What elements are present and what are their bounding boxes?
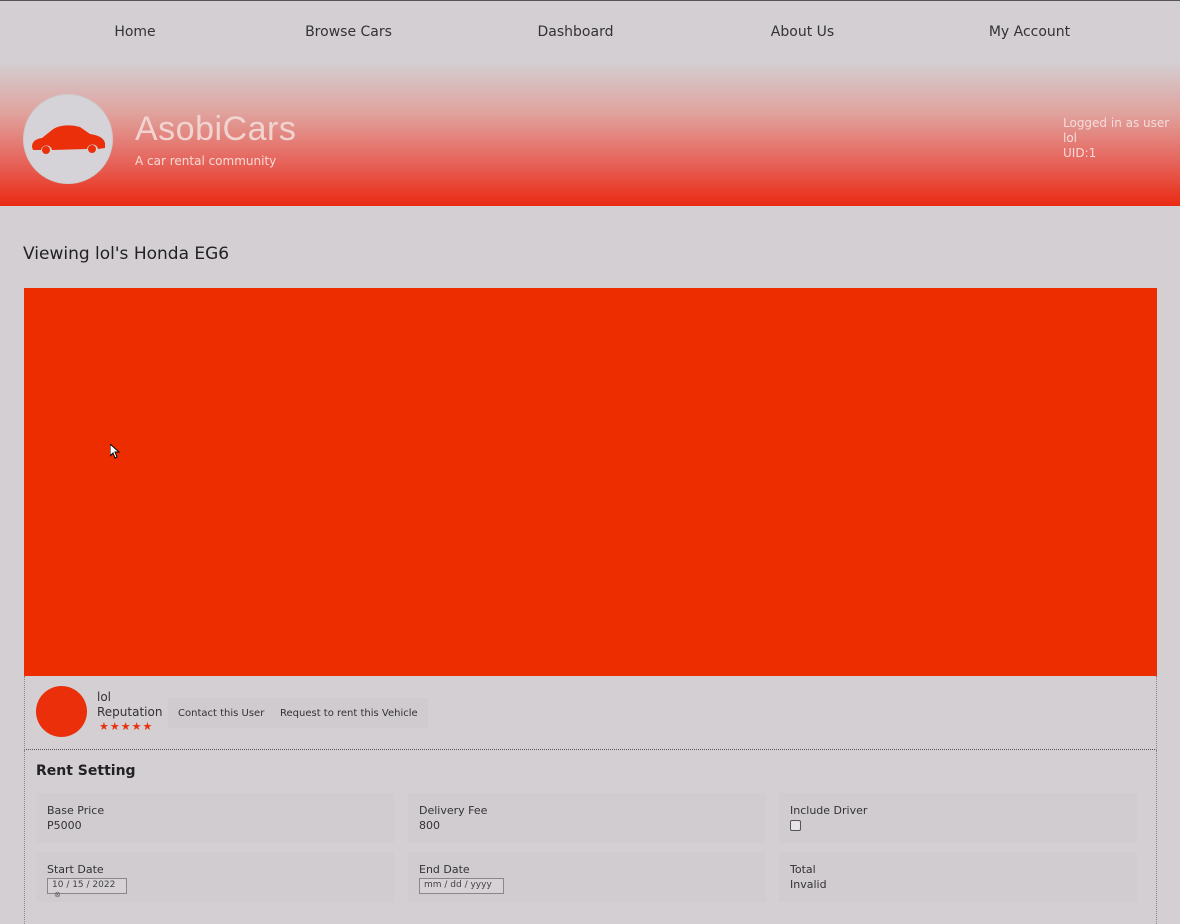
site-title: AsobiCars xyxy=(135,110,297,148)
delivery-fee-field: Delivery Fee 800 xyxy=(408,793,766,843)
clear-date-icon[interactable]: ⊗ xyxy=(54,890,61,899)
total-value: Invalid xyxy=(790,878,827,891)
base-price-value: P5000 xyxy=(47,819,82,832)
page-title: Viewing lol's Honda EG6 xyxy=(23,244,230,264)
end-date-field: End Date mm / dd / yyyy xyxy=(408,852,766,902)
vehicle-image xyxy=(24,288,1157,676)
nav-home[interactable]: Home xyxy=(10,24,260,40)
nav-dashboard[interactable]: Dashboard xyxy=(462,24,689,40)
start-date-value: 10 / 15 / 2022 xyxy=(52,880,116,890)
end-date-label: End Date xyxy=(419,863,470,876)
include-driver-checkbox[interactable] xyxy=(790,820,801,831)
start-date-input[interactable]: 10 / 15 / 2022 ⊗ xyxy=(47,878,127,899)
nav-browse-cars[interactable]: Browse Cars xyxy=(235,24,462,40)
car-silhouette-icon xyxy=(32,125,105,154)
owner-avatar[interactable] xyxy=(36,686,87,737)
start-date-field: Start Date 10 / 15 / 2022 ⊗ xyxy=(36,852,394,902)
end-date-placeholder: mm / dd / yyyy xyxy=(424,880,492,890)
rent-settings-title: Rent Setting xyxy=(36,763,136,779)
total-field: Total Invalid xyxy=(779,852,1137,902)
contact-user-button[interactable]: Contact this User xyxy=(168,698,275,728)
total-label: Total xyxy=(790,863,816,876)
start-date-label: Start Date xyxy=(47,863,104,876)
delivery-fee-label: Delivery Fee xyxy=(419,804,488,817)
end-date-input[interactable]: mm / dd / yyyy xyxy=(419,878,504,894)
site-tagline: A car rental community xyxy=(135,154,277,168)
base-price-label: Base Price xyxy=(47,804,105,817)
site-logo[interactable] xyxy=(23,94,113,184)
delivery-fee-value: 800 xyxy=(419,819,440,832)
owner-bar: lol Reputation ★★★★★ Contact this User R… xyxy=(24,676,1157,750)
top-navigation: Home Browse Cars Dashboard About Us My A… xyxy=(0,0,1180,62)
owner-reputation-label: Reputation xyxy=(97,705,163,719)
login-username: lol xyxy=(1063,131,1078,145)
base-price-field: Base Price P5000 xyxy=(36,793,394,843)
mouse-pointer-icon xyxy=(110,444,120,459)
owner-name: lol xyxy=(97,690,112,704)
reputation-stars: ★★★★★ xyxy=(99,720,154,733)
include-driver-label: Include Driver xyxy=(790,804,868,817)
login-uid: UID:1 xyxy=(1063,146,1097,160)
rent-settings-panel: Rent Setting Base Price P5000 Delivery F… xyxy=(24,750,1157,924)
request-rent-button[interactable]: Request to rent this Vehicle xyxy=(270,698,428,728)
header-banner: AsobiCars A car rental community Logged … xyxy=(0,62,1180,206)
nav-about-us[interactable]: About Us xyxy=(689,24,916,40)
login-label: Logged in as user xyxy=(1063,116,1170,130)
nav-my-account[interactable]: My Account xyxy=(916,24,1143,40)
login-status: Logged in as user lol UID:1 xyxy=(1063,116,1169,161)
include-driver-field: Include Driver xyxy=(779,793,1137,843)
